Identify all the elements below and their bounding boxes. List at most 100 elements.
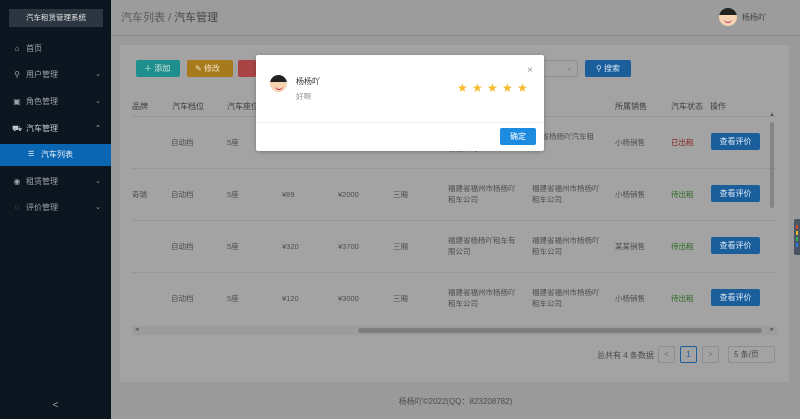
cell-address1: 福建省福州市杨杨吖租车公司	[448, 288, 516, 308]
avatar	[718, 8, 737, 26]
search-icon: ⚲	[595, 64, 602, 73]
cell-price-month: ¥3000	[338, 294, 359, 303]
star-icon: ★	[457, 81, 468, 95]
sidebar-subitem-label: 汽车列表	[41, 150, 73, 159]
scrollbar-thumb[interactable]	[770, 122, 774, 208]
user-icon: ⚲	[14, 70, 20, 79]
column-header-status: 汽车状态	[671, 102, 703, 111]
chevron-down-icon: ⌄	[566, 65, 572, 72]
side-tab-bar	[796, 237, 798, 241]
star-icon: ★	[472, 81, 483, 95]
sidebar-item-label: 首页	[26, 44, 42, 53]
cell-price-day: ¥320	[282, 242, 299, 251]
table-horizontal-scrollbar[interactable]: ◂ ▸	[132, 326, 777, 335]
pagination-prev-button[interactable]: <	[658, 346, 675, 363]
circle-icon: ◉	[13, 177, 21, 186]
app-logo: 汽车租赁管理系统	[9, 9, 103, 27]
sidebar-item-reviews[interactable]: ◌ 评价管理 ⌄	[0, 195, 111, 221]
chevron-down-icon: ⌄	[95, 204, 101, 211]
car-icon: ⛟	[12, 124, 23, 133]
sidebar-item-users[interactable]: ⚲ 用户管理 ⌄	[0, 62, 111, 88]
breadcrumb-parent[interactable]: 汽车列表	[121, 12, 165, 24]
scrollbar-thumb[interactable]	[358, 328, 762, 333]
cell-sales: 小杨销售	[615, 138, 645, 147]
side-tab-bar	[796, 243, 798, 247]
pagination-next-button[interactable]: >	[702, 346, 719, 363]
chevron-down-icon: ⌄	[95, 98, 101, 105]
sidebar-collapse-button[interactable]: <	[0, 392, 111, 419]
sidebar-item-cars[interactable]: ⛟ 汽车管理 ⌃	[0, 116, 111, 142]
cell-seats: 5座	[227, 138, 239, 147]
plus-icon: ＋	[144, 64, 152, 73]
cell-address2: 福建省福州市杨杨吖租车公司	[532, 184, 600, 204]
cell-address1: 福建省杨杨吖租车有限公司	[448, 236, 516, 256]
status-badge: 待出租	[671, 294, 694, 303]
sidebar-item-label: 角色管理	[26, 97, 58, 106]
edit-button[interactable]: ✎ 修改	[187, 60, 233, 77]
page-size-select[interactable]: 5 条/页	[728, 346, 775, 363]
view-reviews-button[interactable]: 查看评价	[711, 133, 760, 150]
breadcrumb-separator: /	[168, 12, 172, 24]
breadcrumb-current: 汽车管理	[174, 12, 219, 24]
sidebar-item-rentals[interactable]: ◉ 租赁管理 ⌄	[0, 169, 111, 195]
side-tab-bar	[796, 231, 798, 235]
cell-brand: 奇瑞	[132, 190, 147, 199]
sidebar-item-roles[interactable]: ▣ 角色管理 ⌄	[0, 89, 111, 115]
cell-gear: 自动档	[171, 138, 194, 147]
table-row: 自动档 5座 ¥120 ¥3000 三厢 福建省福州市杨杨吖租车公司 福建省福州…	[132, 272, 777, 324]
chevron-down-icon: ⌄	[95, 71, 101, 78]
sidebar-item-label: 租赁管理	[26, 177, 58, 186]
cell-sales: 某某销售	[615, 242, 645, 251]
cell-address2: 福建省福州市杨杨吖租车公司	[532, 236, 600, 256]
cell-price-day: ¥89	[282, 190, 295, 199]
user-name: 杨杨吖	[742, 12, 766, 22]
add-button[interactable]: ＋ 添加	[136, 60, 180, 77]
pagination-total: 总共有 4 条数据	[597, 351, 654, 360]
floating-side-tab[interactable]	[794, 219, 800, 255]
table-vertical-scrollbar[interactable]: ▲	[768, 112, 776, 326]
status-badge: 待出租	[671, 242, 694, 251]
scroll-up-icon: ▲	[769, 112, 775, 118]
star-icon: ★	[487, 81, 498, 95]
cell-gear: 自动档	[171, 294, 194, 303]
view-reviews-button[interactable]: 查看评价	[711, 185, 760, 202]
footer-copyright: 杨杨吖©2022(QQ：823208782)	[398, 397, 513, 406]
sidebar-item-label: 评价管理	[26, 203, 58, 212]
reviewer-avatar	[270, 75, 287, 92]
confirm-button[interactable]: 确定	[500, 128, 536, 145]
star-icon: ★	[517, 81, 528, 95]
cell-seats: 5座	[227, 242, 239, 251]
view-reviews-button[interactable]: 查看评价	[711, 237, 760, 254]
view-reviews-button[interactable]: 查看评价	[711, 289, 760, 306]
scroll-left-icon[interactable]: ◂	[135, 325, 139, 333]
pagination-page-1[interactable]: 1	[680, 346, 697, 363]
cell-address2: 福建省福州市杨杨吖租车公司	[532, 288, 600, 308]
cell-price-month: ¥2000	[338, 190, 359, 199]
delete-button[interactable]	[238, 60, 256, 77]
id-card-icon: ▣	[13, 97, 21, 106]
scroll-right-icon[interactable]: ▸	[770, 325, 774, 333]
review-comment: 好啊	[296, 92, 311, 101]
sidebar-item-label: 用户管理	[26, 70, 58, 79]
review-dialog: × 杨杨吖 好啊 ★ ★ ★ ★ ★ 确定	[256, 55, 544, 151]
cell-gear: 自动档	[171, 190, 194, 199]
cell-sales: 小杨销售	[615, 190, 645, 199]
status-badge: 已出租	[671, 138, 694, 147]
breadcrumb: 汽车列表 / 汽车管理	[121, 9, 218, 25]
search-button-label: 搜索	[604, 64, 621, 73]
cell-address1: 福建省福州市杨杨吖租车公司	[448, 184, 516, 204]
cell-area: 三厢	[393, 242, 408, 251]
user-menu[interactable]: 杨杨吖	[718, 8, 766, 28]
column-header-brand: 品牌	[132, 102, 148, 111]
rating-stars: ★ ★ ★ ★ ★	[457, 81, 532, 95]
sidebar-subitem-car-list[interactable]: ☰ 汽车列表	[0, 144, 111, 166]
cell-sales: 小杨销售	[615, 294, 645, 303]
column-header-action: 操作	[710, 102, 726, 111]
add-button-label: 添加	[154, 64, 171, 73]
cell-area: 三厢	[393, 294, 408, 303]
chat-icon: ◌	[14, 203, 20, 212]
search-button[interactable]: ⚲ 搜索	[585, 60, 631, 77]
sidebar-item-home[interactable]: ⌂ 首页	[0, 36, 111, 62]
table-row: 奇瑞 自动档 5座 ¥89 ¥2000 三厢 福建省福州市杨杨吖租车公司 福建省…	[132, 168, 777, 220]
close-icon[interactable]: ×	[527, 65, 533, 76]
